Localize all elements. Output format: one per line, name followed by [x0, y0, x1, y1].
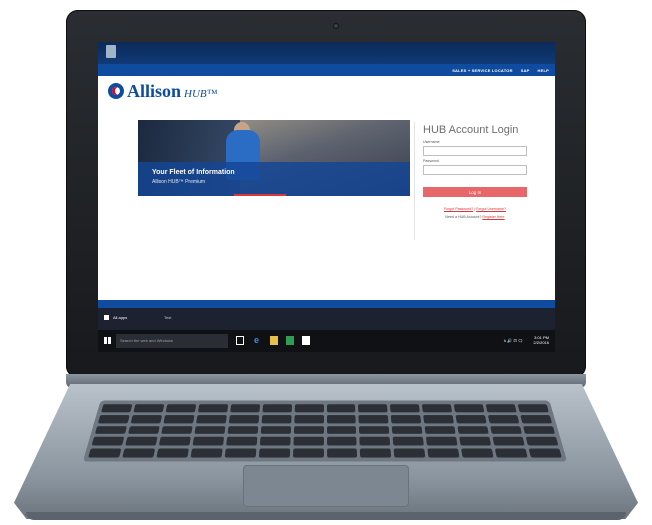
start-menu-section: Test — [164, 315, 172, 320]
username-field[interactable] — [423, 146, 527, 156]
touchpad — [243, 465, 409, 507]
app-icon[interactable] — [302, 336, 310, 345]
all-apps-label: All apps — [113, 315, 128, 320]
system-clock[interactable]: 3:01 PM 2/2/2016 — [533, 335, 549, 345]
edge-browser-icon[interactable]: e — [254, 336, 262, 345]
link-sales-service-locator[interactable]: SALES + SERVICE LOCATOR — [452, 68, 513, 73]
link-help[interactable]: HELP — [538, 68, 549, 73]
laptop-front-edge — [26, 512, 626, 520]
webcam-icon — [333, 23, 339, 29]
login-panel: HUB Account Login Username Password Log … — [423, 124, 535, 219]
hero-accent-bar — [234, 194, 286, 196]
allison-hub-logo[interactable]: Allison HUB™ — [108, 82, 217, 100]
password-field[interactable] — [423, 165, 527, 175]
logo-brand: Allison — [127, 81, 182, 101]
password-label: Password — [423, 159, 439, 163]
all-apps-icon — [104, 315, 109, 320]
task-view-icon[interactable] — [236, 336, 244, 345]
login-title: HUB Account Login — [423, 124, 519, 136]
taskbar-search-placeholder: Search the web and Windows — [120, 338, 173, 343]
forgot-links: Forgot Password? | Forgot Username? — [423, 207, 527, 211]
recycle-bin-icon[interactable] — [106, 45, 116, 58]
clock-date: 2/2/2016 — [533, 340, 549, 345]
username-label: Username — [423, 140, 440, 144]
start-menu-strip: All apps Test — [98, 308, 555, 330]
register-row: Need a HUB Account? Register Here — [423, 215, 527, 219]
taskbar: Search the web and Windows e ∧ 🔊 ⊡ 🗨 3:0… — [98, 330, 555, 352]
forgot-password-link[interactable]: Forgot Password? — [444, 207, 473, 211]
top-links: SALES + SERVICE LOCATOR SAP HELP — [452, 64, 549, 76]
file-explorer-icon[interactable] — [270, 336, 278, 345]
site-top-bar: SALES + SERVICE LOCATOR SAP HELP — [98, 64, 555, 76]
all-apps-button[interactable]: All apps — [104, 315, 127, 320]
panel-divider — [414, 122, 415, 240]
link-sap[interactable]: SAP — [521, 68, 530, 73]
keyboard — [82, 400, 568, 462]
laptop-screen: SALES + SERVICE LOCATOR SAP HELP Allison… — [98, 42, 555, 352]
windows-start-icon[interactable] — [104, 337, 111, 344]
site-footer-bar — [98, 300, 555, 308]
hero-banner: Your Fleet of Information Allison HUB™ P… — [138, 120, 410, 196]
store-icon[interactable] — [286, 336, 294, 345]
need-account-text: Need a HUB Account? — [445, 214, 482, 219]
forgot-username-link[interactable]: Forgot Username? — [476, 207, 506, 211]
login-button[interactable]: Log In — [423, 187, 527, 197]
desktop-background — [98, 42, 555, 64]
logo-product: HUB™ — [184, 87, 218, 100]
hero-subtitle: Allison HUB™ Premium — [152, 179, 206, 185]
register-link[interactable]: Register Here — [482, 215, 504, 219]
allison-logo-icon — [108, 83, 124, 99]
hero-title: Your Fleet of Information — [152, 169, 235, 176]
system-tray-icons[interactable]: ∧ 🔊 ⊡ 🗨 — [503, 338, 523, 343]
